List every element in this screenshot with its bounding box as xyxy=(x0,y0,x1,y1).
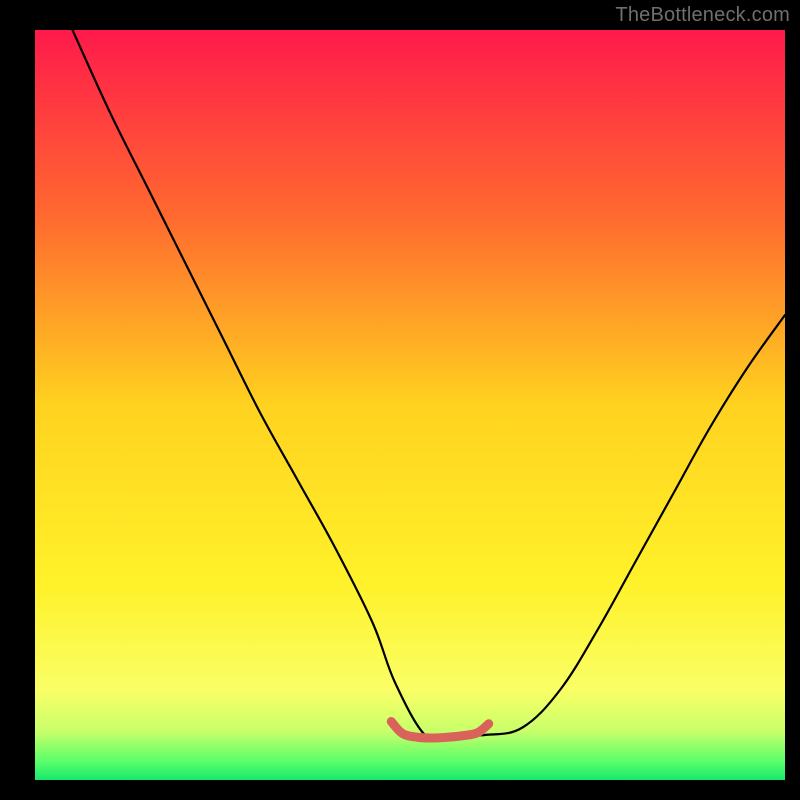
watermark-text: TheBottleneck.com xyxy=(615,4,790,27)
plot-background xyxy=(35,30,785,780)
chart-frame: TheBottleneck.com xyxy=(0,0,800,800)
bottleneck-chart xyxy=(0,0,800,800)
